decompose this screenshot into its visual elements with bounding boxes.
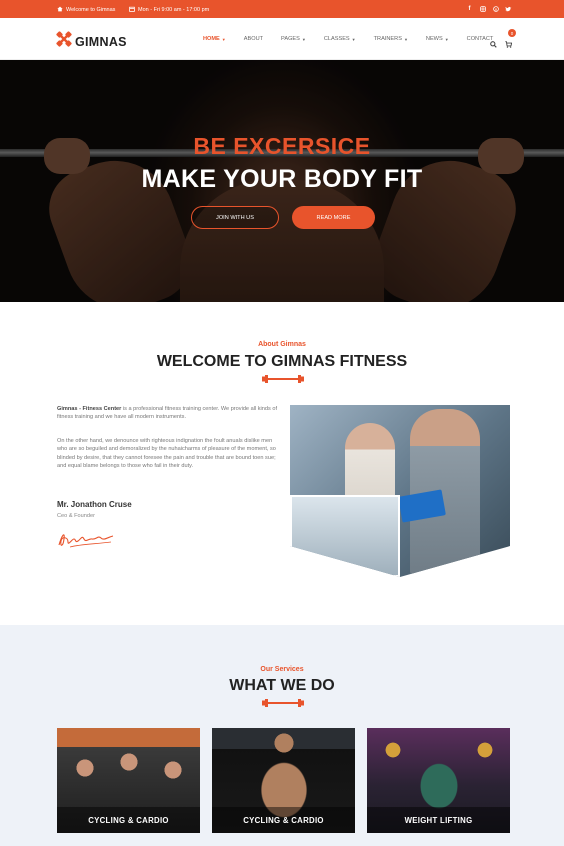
cart-count-badge: 0 — [508, 29, 516, 37]
header-icons: 0 — [490, 29, 516, 53]
home-icon — [57, 6, 63, 14]
about-intro: Gimnas - Fitness Center is a professiona… — [57, 405, 279, 422]
social-links: f s — [466, 5, 512, 12]
instagram-icon[interactable] — [479, 5, 486, 12]
cart-button[interactable]: 0 — [505, 29, 516, 53]
nav-item-home[interactable]: HOME ▼ — [203, 36, 226, 42]
service-card-label: CYCLING & CARDIO — [212, 807, 355, 833]
nav-item-about[interactable]: ABOUT — [244, 36, 263, 42]
logo-icon — [56, 31, 72, 52]
nav-label: PAGES — [281, 36, 300, 42]
services-title: WHAT WE DO — [229, 677, 335, 694]
about-paragraph: On the other hand, we denounce with righ… — [57, 438, 276, 470]
chevron-down-icon: ▼ — [301, 36, 306, 42]
nav-item-pages[interactable]: PAGES ▼ — [281, 36, 306, 42]
about-title: WELCOME TO GIMNAS FITNESS — [156, 353, 408, 370]
dumbbell-divider-icon — [262, 375, 304, 383]
main-nav: HOME ▼ ABOUT PAGES ▼ CLASSES ▼ TRAINERS ▼ NE… — [203, 36, 511, 42]
nav-label: ABOUT — [243, 36, 264, 42]
logo-text: GIMNAS — [75, 34, 127, 49]
chevron-down-icon: ▼ — [221, 36, 226, 42]
nav-label: NEWS — [425, 36, 443, 42]
service-card-label: WEIGHT LIFTING — [367, 807, 510, 833]
welcome-text: Welcome to Gimnas — [66, 7, 116, 13]
logo[interactable]: GIMNAS — [56, 31, 127, 52]
chevron-down-icon: ▼ — [403, 36, 408, 42]
read-more-button[interactable]: READ MORE — [292, 206, 375, 229]
facebook-icon[interactable]: f — [466, 5, 473, 12]
nav-item-classes[interactable]: CLASSES ▼ — [324, 36, 356, 42]
nav-label: TRAINERS — [373, 36, 402, 42]
about-intro-strong: Gimnas - Fitness Center — [57, 406, 122, 412]
signer-role: Ceo & Founder — [57, 513, 95, 519]
nav-label: CLASSES — [323, 36, 350, 42]
about-photo — [290, 405, 510, 577]
dumbbell-divider-icon — [262, 699, 304, 707]
chevron-down-icon: ▼ — [444, 36, 449, 42]
cart-icon — [505, 41, 513, 48]
about-label: About Gimnas — [258, 341, 306, 348]
chevron-down-icon: ▼ — [351, 36, 356, 42]
about-inset-photo — [290, 495, 400, 577]
service-card-cardio[interactable]: CYCLING & CARDIO — [212, 728, 355, 833]
service-card-cycling[interactable]: CYCLING & CARDIO — [57, 728, 200, 833]
signature-image — [58, 534, 114, 548]
top-bar: Welcome to Gimnas Mon - Fri 9:00 am - 17… — [0, 0, 564, 18]
services-label: Our Services — [260, 666, 304, 673]
hours-info: Mon - Fri 9:00 am - 17:00 pm — [129, 6, 209, 14]
hero-banner: BE EXCERSICE MAKE YOUR BODY FIT JOIN WIT… — [0, 60, 564, 302]
search-icon[interactable] — [490, 35, 497, 53]
hero-tagline: BE EXCERSICE — [193, 133, 371, 159]
calendar-icon — [129, 6, 135, 14]
nav-label: HOME — [203, 36, 220, 42]
nav-item-news[interactable]: NEWS ▼ — [426, 36, 449, 42]
nav-item-trainers[interactable]: TRAINERS ▼ — [374, 36, 408, 42]
join-button[interactable]: JOIN WITH US — [191, 206, 279, 229]
svg-text:s: s — [495, 7, 497, 11]
hours-text: Mon - Fri 9:00 am - 17:00 pm — [138, 7, 210, 13]
skype-icon[interactable]: s — [492, 5, 499, 12]
service-card-label: CYCLING & CARDIO — [57, 807, 200, 833]
twitter-icon[interactable] — [505, 5, 512, 12]
service-card-weight-lifting[interactable]: WEIGHT LIFTING — [367, 728, 510, 833]
hero-headline: MAKE YOUR BODY FIT — [141, 165, 423, 193]
site-header: GIMNAS HOME ▼ ABOUT PAGES ▼ CLASSES ▼ TRAIN… — [0, 18, 564, 60]
welcome-info: Welcome to Gimnas — [57, 6, 115, 14]
signer-name: Mr. Jonathon Cruse — [57, 500, 132, 509]
